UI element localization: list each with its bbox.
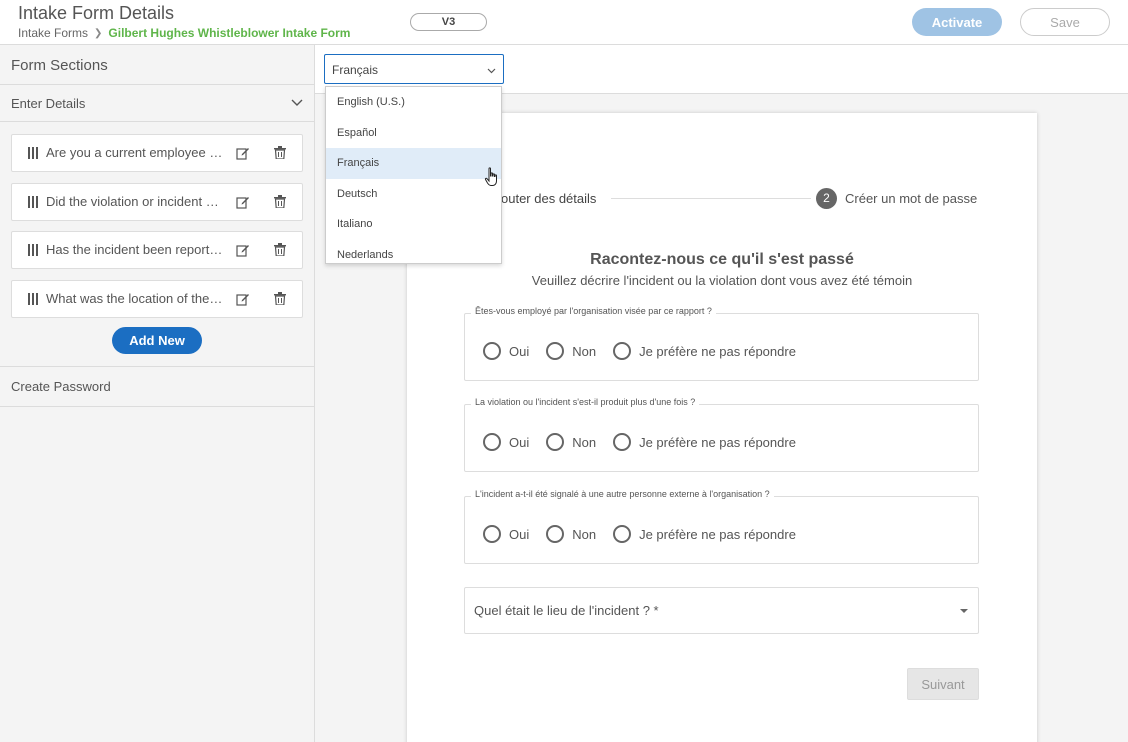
next-button[interactable]: Suivant: [907, 668, 979, 700]
drag-handle-icon[interactable]: [27, 195, 39, 208]
question-label: Are you a current employee of the organi…: [46, 145, 224, 160]
trash-icon[interactable]: [274, 243, 286, 256]
radio-option[interactable]: Oui: [483, 342, 529, 360]
question-fieldset: Êtes-vous employé par l'organisation vis…: [464, 306, 979, 381]
radio-label: Non: [572, 343, 597, 359]
question-label: Did the violation or incident occur more…: [46, 193, 224, 209]
sidebar-title: Form Sections: [0, 45, 314, 85]
radio-circle[interactable]: [483, 342, 501, 360]
radio-option[interactable]: Je préfère ne pas répondre: [613, 433, 796, 451]
radio-option[interactable]: Oui: [483, 525, 529, 543]
radio-label: Je préfère ne pas répondre: [639, 526, 796, 542]
add-new-button[interactable]: Add New: [112, 327, 202, 354]
step-2-label: Créer un mot de passe: [845, 191, 978, 206]
edit-icon[interactable]: [236, 146, 250, 160]
form-sections-sidebar: Form Sections Enter Details Are you a cu…: [0, 45, 315, 742]
language-dropdown-menu: English (U.S.) Español Français Deutsch …: [325, 86, 502, 264]
step-connector: [611, 198, 811, 199]
breadcrumb-current: Gilbert Hughes Whistleblower Intake Form: [108, 26, 351, 40]
question-legend: La violation ou l'incident s'est-il prod…: [471, 397, 700, 407]
question-item[interactable]: Has the incident been reported to anyone…: [11, 231, 303, 269]
radio-label: Non: [572, 434, 597, 450]
radio-circle[interactable]: [483, 433, 501, 451]
caret-down-icon: [960, 609, 968, 613]
question-fieldset: L'incident a-t-il été signalé à une autr…: [464, 489, 979, 564]
radio-circle[interactable]: [613, 525, 632, 543]
version-badge[interactable]: V3: [410, 13, 487, 31]
question-legend: Êtes-vous employé par l'organisation vis…: [471, 306, 716, 316]
radio-label: Oui: [509, 434, 530, 450]
hand-pointer-icon: [484, 167, 497, 186]
language-selected: Français: [332, 63, 379, 77]
radio-group: Oui Non Je préfère ne pas répondre: [483, 525, 813, 543]
radio-option[interactable]: Je préfère ne pas répondre: [613, 525, 796, 543]
radio-group: Oui Non Je préfère ne pas répondre: [483, 433, 813, 451]
edit-icon[interactable]: [236, 292, 250, 306]
breadcrumb: Intake Forms ❯ Gilbert Hughes Whistleblo…: [18, 26, 350, 40]
edit-icon[interactable]: [236, 243, 250, 257]
breadcrumb-root[interactable]: Intake Forms: [18, 26, 88, 40]
question-label: Has the incident been reported to anyone…: [46, 242, 224, 257]
radio-circle[interactable]: [546, 433, 565, 451]
location-select[interactable]: Quel était le lieu de l'incident ? *: [464, 587, 979, 634]
question-item[interactable]: What was the location of the incident?: [11, 279, 303, 318]
language-option[interactable]: Español: [326, 118, 501, 149]
radio-label: Je préfère ne pas répondre: [639, 434, 796, 450]
question-legend: L'incident a-t-il été signalé à une autr…: [471, 489, 774, 499]
question-item[interactable]: Did the violation or incident occur more…: [11, 182, 303, 221]
edit-icon[interactable]: [236, 195, 250, 209]
page-header: Intake Form Details Intake Forms ❯ Gilbe…: [0, 0, 1128, 45]
radio-label: Oui: [509, 343, 530, 359]
activate-button[interactable]: Activate: [912, 8, 1002, 36]
section-create-password[interactable]: Create Password: [0, 366, 314, 407]
trash-icon[interactable]: [274, 194, 286, 208]
step-2-number: 2: [816, 188, 837, 209]
radio-label: Je préfère ne pas répondre: [639, 343, 796, 359]
language-option[interactable]: Deutsch: [326, 179, 501, 210]
radio-circle[interactable]: [613, 433, 632, 451]
language-select[interactable]: Français: [324, 54, 504, 84]
question-label: What was the location of the incident?: [46, 290, 224, 306]
chevron-right-icon: ❯: [94, 27, 103, 39]
radio-circle[interactable]: [483, 525, 501, 543]
drag-handle-icon[interactable]: [27, 147, 39, 159]
question-fieldset: La violation ou l'incident s'est-il prod…: [464, 397, 979, 472]
radio-circle[interactable]: [613, 342, 632, 360]
location-label: Quel était le lieu de l'incident ? *: [474, 603, 659, 618]
save-button[interactable]: Save: [1020, 8, 1110, 36]
drag-handle-icon[interactable]: [27, 244, 39, 256]
language-option[interactable]: English (U.S.): [326, 87, 501, 118]
radio-option[interactable]: Oui: [483, 433, 529, 451]
language-option[interactable]: Italiano: [326, 209, 501, 240]
question-item[interactable]: Are you a current employee of the organi…: [11, 134, 303, 172]
step-1-label: outer des détails: [501, 191, 597, 206]
radio-option[interactable]: Je préfère ne pas répondre: [613, 342, 796, 360]
radio-group: Oui Non Je préfère ne pas répondre: [483, 342, 813, 360]
section-question-list: Are you a current employee of the organi…: [0, 122, 314, 318]
form-subheading: Veuillez décrire l'incident ou la violat…: [531, 273, 913, 288]
drag-handle-icon[interactable]: [27, 292, 39, 305]
section-label: Enter Details: [11, 96, 86, 111]
page-title: Intake Form Details: [18, 3, 175, 23]
radio-option[interactable]: Non: [546, 433, 596, 451]
radio-label: Oui: [509, 526, 530, 542]
radio-circle[interactable]: [546, 525, 565, 543]
radio-circle[interactable]: [546, 342, 565, 360]
trash-icon[interactable]: [274, 291, 286, 305]
radio-option[interactable]: Non: [546, 342, 596, 360]
chevron-down-icon[interactable]: [291, 96, 303, 108]
section-enter-details[interactable]: Enter Details: [0, 85, 314, 122]
language-option[interactable]: Nederlands: [326, 240, 501, 264]
radio-option[interactable]: Non: [546, 525, 596, 543]
radio-label: Non: [572, 526, 597, 542]
trash-icon[interactable]: [274, 146, 286, 159]
chevron-down-icon: [487, 68, 496, 74]
language-option[interactable]: Français: [326, 148, 501, 179]
